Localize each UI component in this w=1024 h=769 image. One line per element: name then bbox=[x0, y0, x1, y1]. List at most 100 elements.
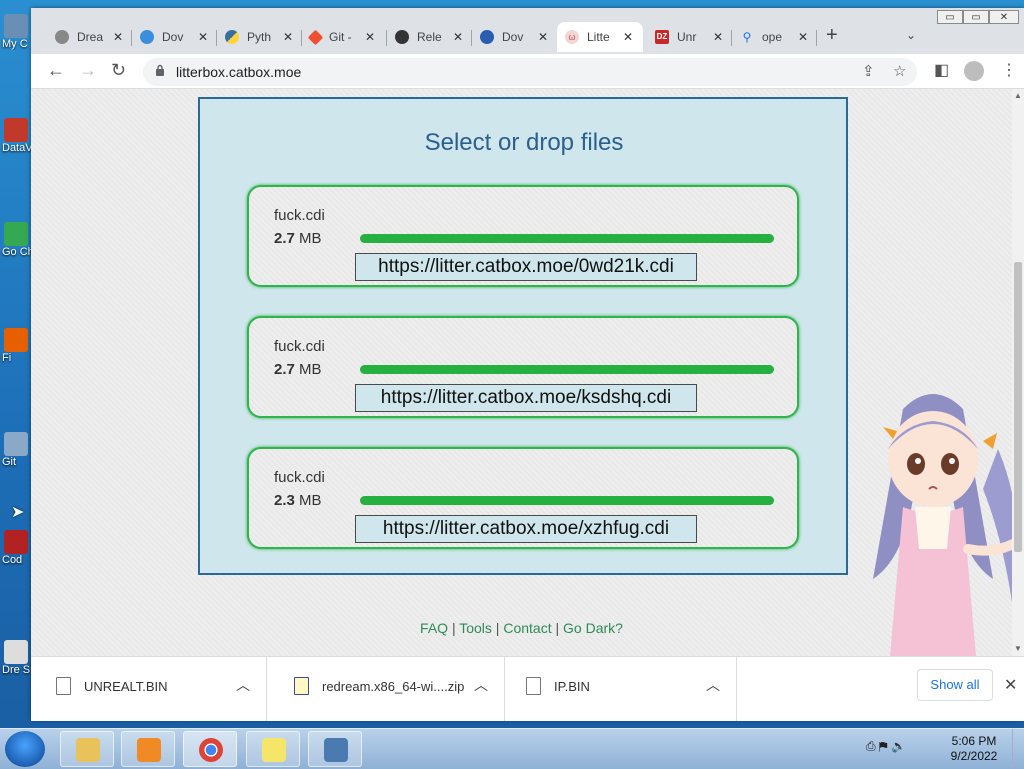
file-link[interactable]: https://litter.catbox.moe/0wd21k.cdi bbox=[355, 253, 697, 281]
file-link[interactable]: https://litter.catbox.moe/ksdshq.cdi bbox=[355, 384, 697, 412]
go-dark-link[interactable]: Go Dark? bbox=[563, 620, 623, 636]
tab-title: Litte bbox=[587, 30, 610, 44]
profile-avatar-icon[interactable] bbox=[964, 61, 984, 81]
download-filename: redream.x86_64-wi....zip bbox=[322, 679, 465, 694]
footer-separator: | bbox=[448, 620, 460, 636]
new-tab-button[interactable]: + bbox=[826, 24, 838, 47]
tab-close-icon[interactable]: ✕ bbox=[283, 30, 293, 44]
search-icon: ⚲ bbox=[742, 30, 752, 44]
upload-item: fuck.cdi 2.7 MB https://litter.catbox.mo… bbox=[247, 185, 799, 287]
desktop-icon-redream[interactable]: Dre S bbox=[0, 640, 32, 676]
desktop-icon-firefox[interactable]: Fi bbox=[0, 328, 32, 364]
share-icon[interactable]: ⇪ bbox=[862, 62, 875, 80]
taskbar-chrome[interactable] bbox=[183, 731, 237, 767]
file-size-value: 2.7 bbox=[274, 361, 295, 378]
site-icon bbox=[140, 30, 154, 44]
desktop-icon-label: Go Ch bbox=[2, 246, 34, 258]
minimize-button[interactable]: ▭ bbox=[937, 10, 963, 24]
scroll-down-icon[interactable]: ▼ bbox=[1014, 644, 1022, 653]
desktop-icon-code[interactable]: Cod bbox=[0, 530, 32, 566]
tab-search-chevron-icon[interactable]: ⌄ bbox=[906, 28, 916, 42]
cat-icon: ω bbox=[565, 30, 579, 44]
desktop-icon-label: Fi bbox=[2, 352, 12, 364]
app-icon bbox=[4, 640, 28, 664]
chevron-up-icon[interactable]: ︿ bbox=[236, 675, 250, 695]
system-tray-icons[interactable]: ⎙ ⚑ 🔈 bbox=[866, 739, 906, 754]
side-panel-icon[interactable]: ◧ bbox=[934, 60, 949, 80]
tab-title: Pyth bbox=[247, 30, 272, 44]
tab-close-icon[interactable]: ✕ bbox=[453, 30, 463, 44]
tab-close-icon[interactable]: ✕ bbox=[538, 30, 548, 44]
desktop-icon-label: Dre S bbox=[2, 664, 31, 676]
scrollbar-thumb[interactable] bbox=[1014, 262, 1022, 552]
file-link[interactable]: https://litter.catbox.moe/xzhfug.cdi bbox=[355, 515, 697, 543]
contact-link[interactable]: Contact bbox=[503, 620, 551, 636]
tab-title: Rele bbox=[417, 30, 442, 44]
site-icon bbox=[480, 30, 494, 44]
close-download-bar-icon[interactable]: ✕ bbox=[1004, 675, 1017, 695]
desktop-icon-chrome[interactable]: Go Ch bbox=[0, 222, 34, 258]
taskbar-sticky-notes[interactable] bbox=[246, 731, 300, 767]
tab-releases[interactable]: Rele ✕ bbox=[387, 22, 471, 52]
scroll-up-icon[interactable]: ▲ bbox=[1014, 91, 1022, 100]
chevron-up-icon[interactable]: ︿ bbox=[474, 675, 488, 695]
tab-dreamcast[interactable]: Drea ✕ bbox=[47, 22, 131, 52]
upload-dropzone[interactable]: Select or drop files fuck.cdi 2.7 MB htt… bbox=[198, 97, 848, 575]
bookmark-star-icon[interactable]: ☆ bbox=[893, 62, 906, 80]
download-item[interactable]: IP.BIN ︿ bbox=[501, 657, 737, 721]
desktop-icon-label: DataV bbox=[2, 142, 33, 154]
dropzone-heading: Select or drop files bbox=[424, 129, 624, 156]
sticky-notes-icon bbox=[262, 738, 286, 762]
back-button[interactable]: ← bbox=[47, 60, 65, 81]
taskbar-explorer[interactable] bbox=[60, 731, 114, 767]
tab-python[interactable]: Pyth ✕ bbox=[217, 22, 301, 52]
page-scrollbar[interactable]: ▲ ▼ bbox=[1012, 89, 1024, 656]
tab-download-2[interactable]: Dov ✕ bbox=[472, 22, 556, 52]
download-item[interactable]: redream.x86_64-wi....zip ︿ bbox=[269, 657, 505, 721]
file-name: fuck.cdi bbox=[274, 338, 325, 355]
tab-close-icon[interactable]: ✕ bbox=[198, 30, 208, 44]
download-filename: UNREALT.BIN bbox=[84, 679, 168, 694]
start-button-windows-icon[interactable] bbox=[5, 731, 45, 767]
tools-link[interactable]: Tools bbox=[459, 620, 492, 636]
tab-close-icon[interactable]: ✕ bbox=[365, 30, 375, 44]
show-desktop-button[interactable] bbox=[1012, 729, 1024, 769]
taskbar-media-player[interactable] bbox=[121, 731, 175, 767]
forward-button[interactable]: → bbox=[79, 60, 97, 81]
desktop-icon-git[interactable]: Git bbox=[0, 432, 32, 468]
taskbar: ⎙ ⚑ 🔈 5:06 PM 9/2/2022 bbox=[0, 728, 1024, 769]
taskbar-clock[interactable]: 5:06 PM 9/2/2022 bbox=[948, 734, 1000, 764]
file-size-unit: MB bbox=[299, 361, 322, 378]
close-window-button[interactable]: ✕ bbox=[989, 10, 1019, 24]
tab-git[interactable]: Git - ✕ bbox=[302, 22, 386, 52]
tab-download-1[interactable]: Dov ✕ bbox=[132, 22, 216, 52]
app-icon bbox=[4, 530, 28, 554]
media-player-icon bbox=[137, 738, 161, 762]
tab-close-icon[interactable]: ✕ bbox=[623, 30, 633, 44]
chevron-up-icon[interactable]: ︿ bbox=[706, 675, 720, 695]
tab-close-icon[interactable]: ✕ bbox=[113, 30, 123, 44]
desktop-icon-datav[interactable]: DataV bbox=[0, 118, 33, 154]
tab-separator bbox=[816, 30, 817, 46]
menu-kebab-icon[interactable]: ⋮ bbox=[1001, 60, 1017, 80]
reload-button[interactable]: ↻ bbox=[111, 60, 126, 81]
taskbar-app[interactable] bbox=[308, 731, 362, 767]
tab-close-icon[interactable]: ✕ bbox=[798, 30, 808, 44]
address-bar[interactable]: litterbox.catbox.moe ⇪ ☆ bbox=[143, 58, 917, 86]
tab-unrar[interactable]: DZ Unr ✕ bbox=[647, 22, 731, 52]
tab-title: Dov bbox=[162, 30, 184, 44]
clock-time: 5:06 PM bbox=[951, 734, 997, 748]
dz-icon: DZ bbox=[655, 30, 669, 44]
tab-title: Dov bbox=[502, 30, 524, 44]
faq-link[interactable]: FAQ bbox=[420, 620, 448, 636]
lock-icon bbox=[156, 64, 164, 76]
desktop-icon-my-computer[interactable]: My C bbox=[0, 14, 32, 50]
file-name: fuck.cdi bbox=[274, 469, 325, 486]
tab-close-icon[interactable]: ✕ bbox=[713, 30, 723, 44]
show-all-downloads-button[interactable]: Show all bbox=[917, 669, 993, 701]
upload-progress-fill bbox=[360, 234, 774, 243]
download-item[interactable]: UNREALT.BIN ︿ bbox=[31, 657, 267, 721]
tab-litterbox[interactable]: ω Litte ✕ bbox=[557, 22, 643, 52]
restore-button[interactable]: ▭ bbox=[963, 10, 989, 24]
tab-search[interactable]: ⚲ ope ✕ bbox=[732, 22, 816, 52]
